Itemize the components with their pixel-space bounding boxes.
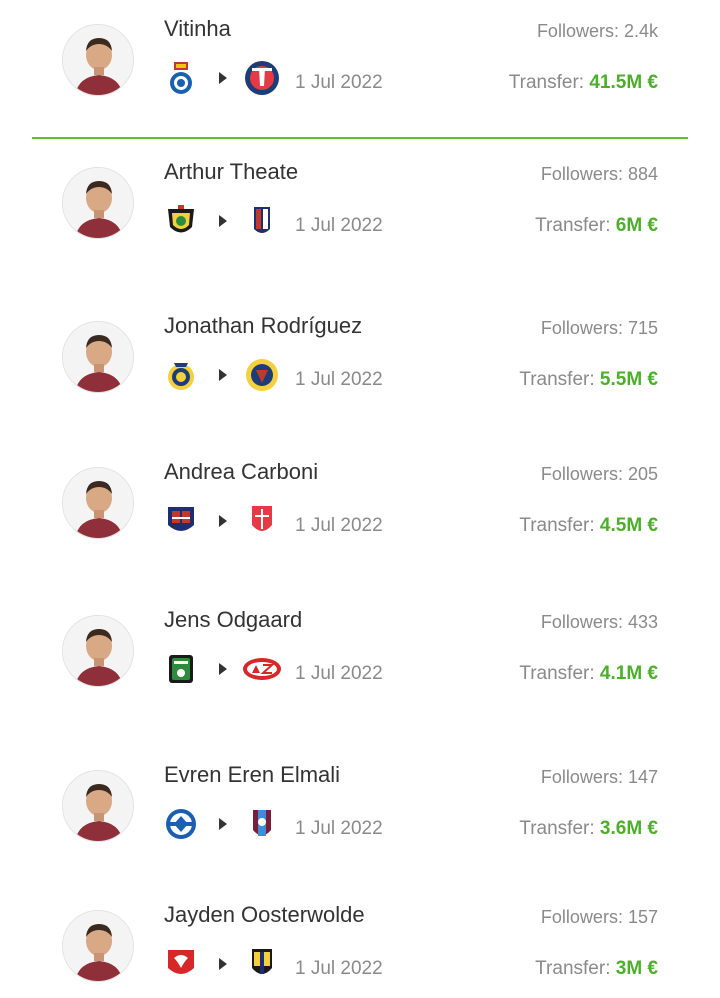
fee-value: 4.5M € [599,515,658,536]
transfer-date: 1 Jul 2022 [295,515,383,536]
twente-crest-icon[interactable] [164,946,198,982]
fee-value: 4.1M € [599,663,658,684]
transfer-list: Vitinha Followers: 2.4k 1 Jul 2022 Trans… [0,0,720,996]
section-divider [32,137,688,139]
al-nassr-crest-icon[interactable] [164,357,198,393]
transfer-date: 1 Jul 2022 [295,215,383,236]
arrow-right-icon [218,817,228,831]
player-name[interactable]: Evren Eren Elmali [164,762,340,788]
transfer-row[interactable]: Arthur Theate Followers: 884 1 Jul 2022 … [0,145,720,255]
transfer-row[interactable]: Vitinha Followers: 2.4k 1 Jul 2022 Trans… [0,2,720,112]
followers-count: Followers: 205 [540,464,658,484]
club-america-crest-icon[interactable] [242,357,282,393]
player-name[interactable]: Jayden Oosterwolde [164,902,365,928]
transfer-date: 1 Jul 2022 [295,818,383,839]
transfer-fee: Transfer: 4.1M € [519,663,658,684]
transfer-fee: Transfer: 3.6M € [519,818,658,839]
followers-count: Followers: 715 [540,318,658,338]
player-name[interactable]: Andrea Carboni [164,459,318,485]
transfer-date: 1 Jul 2022 [295,369,383,390]
fee-value: 6M € [615,215,658,236]
player-avatar[interactable] [62,167,134,239]
player-name[interactable]: Jonathan Rodríguez [164,313,362,339]
player-avatar[interactable] [62,467,134,539]
arrow-right-icon [218,514,228,528]
followers-count: Followers: 884 [540,164,658,184]
player-avatar[interactable] [62,321,134,393]
transfer-row[interactable]: Evren Eren Elmali Followers: 147 1 Jul 2… [0,748,720,858]
followers-count: Followers: 147 [540,767,658,787]
arrow-right-icon [218,368,228,382]
fee-value: 3.6M € [599,818,658,839]
transfer-row[interactable]: Jonathan Rodríguez Followers: 715 1 Jul … [0,299,720,409]
cagliari-crest-icon[interactable] [164,503,198,539]
fc-porto-crest-icon[interactable] [164,60,198,96]
player-name[interactable]: Arthur Theate [164,159,298,185]
transfer-fee: Transfer: 5.5M € [519,369,658,390]
fee-value: 5.5M € [599,369,658,390]
transfer-row[interactable]: Jayden Oosterwolde Followers: 157 1 Jul … [0,888,720,998]
sassuolo-crest-icon[interactable] [164,651,198,687]
transfer-fee: Transfer: 41.5M € [508,72,658,93]
player-avatar[interactable] [62,615,134,687]
transfer-fee: Transfer: 3M € [535,958,658,979]
ostende-crest-icon[interactable] [164,203,198,239]
az-alkmaar-crest-icon[interactable] [242,651,282,687]
transfer-date: 1 Jul 2022 [295,663,383,684]
arrow-right-icon [218,71,228,85]
kasimpasa-crest-icon[interactable] [164,806,198,842]
fee-value: 41.5M € [589,72,658,93]
arrow-right-icon [218,214,228,228]
player-name[interactable]: Jens Odgaard [164,607,302,633]
transfer-date: 1 Jul 2022 [295,958,383,979]
parma-crest-icon[interactable] [242,946,282,982]
followers-count: Followers: 2.4k [536,21,658,41]
arrow-right-icon [218,662,228,676]
player-avatar[interactable] [62,770,134,842]
arrow-right-icon [218,957,228,971]
monza-crest-icon[interactable] [242,503,282,539]
player-avatar[interactable] [62,24,134,96]
trabzonspor-crest-icon[interactable] [242,806,282,842]
transfer-row[interactable]: Andrea Carboni Followers: 205 1 Jul 2022… [0,445,720,555]
transfer-fee: Transfer: 4.5M € [519,515,658,536]
bologna-crest-icon[interactable] [242,203,282,239]
player-avatar[interactable] [62,910,134,982]
followers-count: Followers: 433 [540,612,658,632]
psg-crest-icon[interactable] [242,60,282,96]
followers-count: Followers: 157 [540,907,658,927]
fee-value: 3M € [615,958,658,979]
player-name[interactable]: Vitinha [164,16,231,42]
transfer-fee: Transfer: 6M € [535,215,658,236]
transfer-date: 1 Jul 2022 [295,72,383,93]
transfer-row[interactable]: Jens Odgaard Followers: 433 1 Jul 2022 T… [0,593,720,703]
